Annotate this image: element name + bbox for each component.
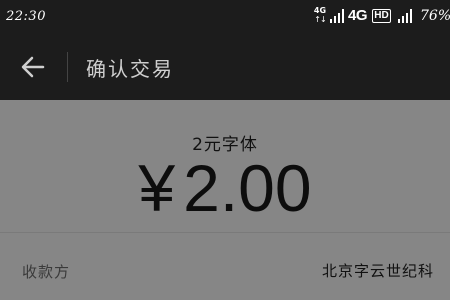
amount-value: 2.00 (183, 151, 312, 225)
amount-panel: 2元字体 ¥2.00 (0, 100, 450, 232)
currency-symbol: ¥ (138, 151, 176, 225)
battery-level: 76% (420, 8, 450, 24)
signal-strength-icon (330, 9, 346, 23)
page-title: 确认交易 (86, 57, 174, 81)
back-button[interactable] (18, 53, 48, 81)
app-header: 确认交易 (0, 34, 450, 100)
status-time: 22:30 (6, 9, 46, 24)
hd-badge: HD (372, 9, 391, 23)
data-activity-icon: ↑↓ (314, 15, 326, 24)
transaction-amount: ¥2.00 (0, 150, 450, 226)
signal-strength-icon-2 (398, 9, 414, 23)
header-divider (67, 52, 68, 82)
network-4g-small-label: 4G (313, 6, 327, 15)
network-4g-small-indicator: 4G ↑↓ (313, 6, 327, 24)
network-4g-label: 4G (348, 7, 368, 24)
payee-row: 收款方 北京字云世纪科 (0, 233, 450, 300)
payee-label: 收款方 (22, 263, 71, 281)
status-bar: 22:30 4G ↑↓ 4G HD 76% (0, 0, 450, 34)
payee-value: 北京字云世纪科 (322, 262, 435, 280)
arrow-left-icon (21, 56, 45, 78)
